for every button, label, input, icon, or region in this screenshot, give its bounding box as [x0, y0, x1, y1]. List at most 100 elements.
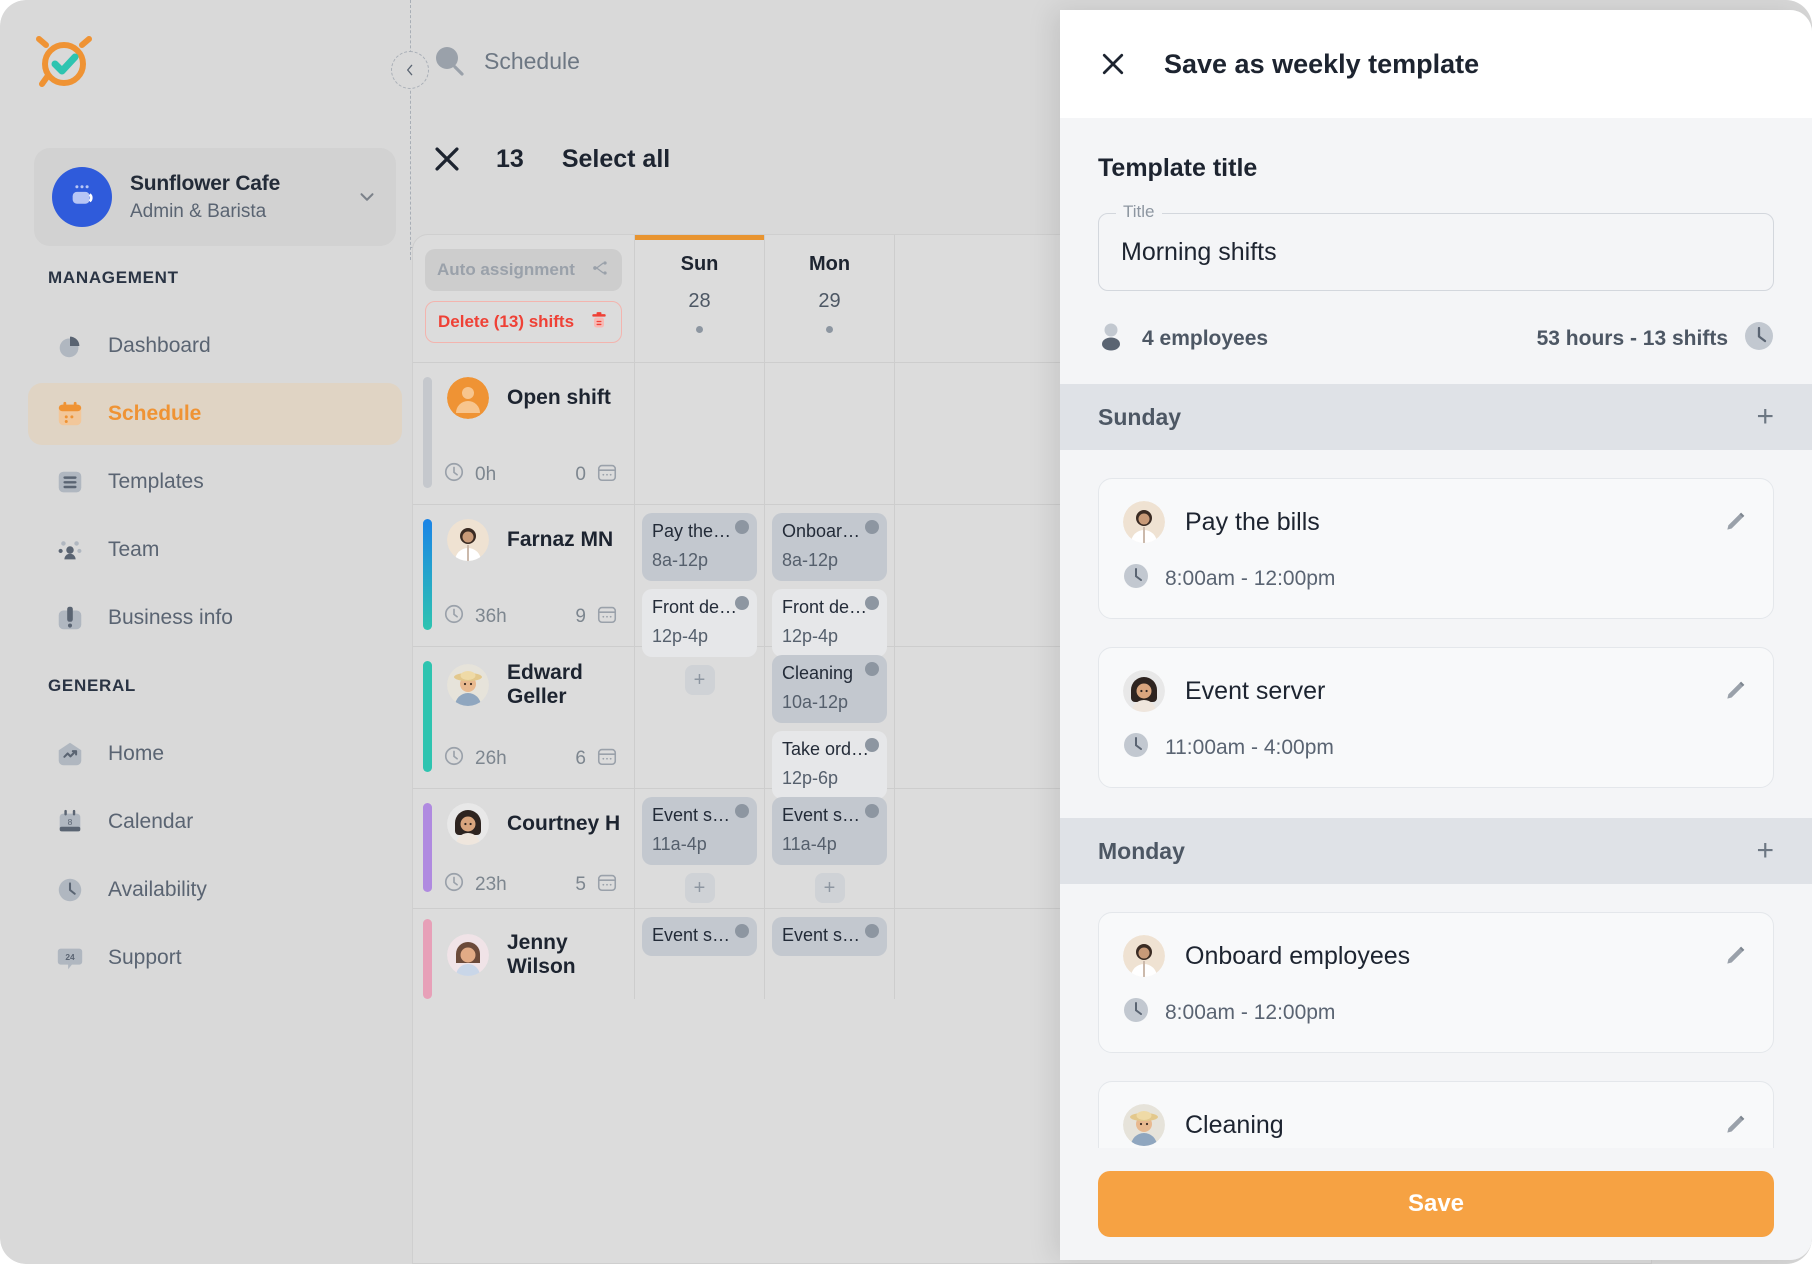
shift-status-dot	[865, 596, 879, 610]
list-item[interactable]: Onboard employees 8:00am - 12:00pm	[1098, 912, 1774, 1053]
sidebar-item-schedule[interactable]: Schedule	[28, 383, 402, 445]
selection-toolbar: 13 Select all	[430, 142, 670, 176]
shift-title: Event server	[1185, 677, 1723, 706]
employee-color-bar	[423, 377, 432, 488]
save-button[interactable]: Save	[1098, 1171, 1774, 1237]
shift-title: Onboar…	[782, 521, 870, 542]
schedule-cell[interactable]: Event s… 11a-4p +	[635, 789, 765, 908]
sidebar-item-business-info[interactable]: Business info	[28, 587, 402, 649]
employee-name: Open shift	[507, 386, 611, 410]
pencil-icon[interactable]	[1723, 943, 1749, 969]
list-item[interactable]: Event server 11:00am - 4:00pm	[1098, 647, 1774, 788]
schedule-cell[interactable]: Cleaning 10a-12p Take ord… 12p-6p +	[765, 647, 895, 788]
schedule-cell[interactable]	[765, 363, 895, 504]
list-icon	[54, 466, 86, 498]
add-shift-sunday-button[interactable]: +	[1756, 402, 1774, 432]
shift-chip[interactable]: Event s… 11a-4p	[642, 797, 757, 865]
sidebar-item-calendar[interactable]: 8 Calendar	[28, 791, 402, 853]
open-shift-icon	[447, 377, 489, 419]
org-switcher[interactable]: Sunflower Cafe Admin & Barista	[34, 148, 396, 246]
day-section-label: Sunday	[1098, 404, 1756, 431]
employee-cell: Open shift 0h 0	[413, 363, 635, 504]
auto-assignment-label: Auto assignment	[437, 260, 590, 280]
shift-chip[interactable]: Onboar… 8a-12p	[772, 513, 887, 581]
template-title-field-wrap: Title	[1098, 213, 1774, 291]
select-all-button[interactable]: Select all	[562, 145, 670, 174]
sidebar-item-label: Business info	[108, 606, 233, 630]
employee-cell: Edward Geller 26h 6	[413, 647, 635, 788]
pencil-icon[interactable]	[1723, 678, 1749, 704]
avatar	[447, 519, 489, 561]
sidebar-item-availability[interactable]: Availability	[28, 859, 402, 921]
shift-title: Event s…	[782, 925, 870, 946]
add-shift-button[interactable]: +	[685, 873, 715, 903]
avatar	[447, 664, 489, 706]
list-item[interactable]: Pay the bills 8:00am - 12:00pm	[1098, 478, 1774, 619]
shift-title: Pay the bills	[1185, 508, 1723, 537]
collapse-sidebar-button[interactable]	[391, 51, 429, 89]
delete-shifts-button[interactable]: Delete (13) shifts	[425, 301, 622, 343]
schedule-cell[interactable]: Event s… 11a-4p +	[765, 789, 895, 908]
employee-cell: Jenny Wilson	[413, 909, 635, 999]
shift-time: 8a-12p	[782, 550, 877, 571]
search-bar[interactable]: Schedule	[430, 42, 580, 80]
employee-name: Edward Geller	[507, 661, 634, 709]
shift-time: 11a-4p	[652, 834, 747, 855]
sidebar-item-support[interactable]: 24 Support	[28, 927, 402, 989]
sidebar: Sunflower Cafe Admin & Barista MANAGEMEN…	[0, 0, 430, 1264]
support-24-icon: 24	[54, 942, 86, 974]
shift-time: 12p-6p	[782, 768, 877, 789]
sidebar-item-dashboard[interactable]: Dashboard	[28, 315, 402, 377]
sidebar-item-label: Calendar	[108, 810, 193, 834]
svg-text:8: 8	[68, 817, 73, 827]
sidebar-item-team[interactable]: Team	[28, 519, 402, 581]
sidebar-item-label: Team	[108, 538, 159, 562]
close-icon[interactable]	[1098, 49, 1128, 79]
save-template-modal: Save as weekly template Template title T…	[1060, 10, 1812, 1260]
calendar-icon	[596, 745, 618, 772]
chevron-down-icon[interactable]	[356, 186, 378, 208]
shift-chip[interactable]: Event s…	[642, 917, 757, 956]
coffee-cup-icon	[52, 167, 112, 227]
pencil-icon[interactable]	[1723, 1112, 1749, 1138]
shift-title: Pay the…	[652, 521, 740, 542]
schedule-cell[interactable]: Event s…	[765, 909, 895, 999]
sidebar-item-label: Templates	[108, 470, 204, 494]
selected-count: 13	[496, 145, 524, 174]
employee-hours: 36h	[475, 606, 575, 628]
search-placeholder: Schedule	[484, 48, 580, 75]
template-title-field[interactable]	[1098, 213, 1774, 291]
shift-time: 11a-4p	[782, 834, 877, 855]
add-shift-button[interactable]: +	[815, 873, 845, 903]
calendar-icon	[596, 871, 618, 898]
clock-icon	[1123, 997, 1149, 1028]
schedule-cell[interactable]: Event s…	[635, 909, 765, 999]
close-icon[interactable]	[430, 142, 464, 176]
schedule-cell[interactable]	[635, 647, 765, 788]
shift-chip[interactable]: Pay the… 8a-12p	[642, 513, 757, 581]
app-logo-icon	[34, 32, 94, 92]
trend-home-icon	[54, 738, 86, 770]
clock-icon	[443, 603, 465, 630]
shift-title: Front de…	[782, 597, 870, 618]
sidebar-item-templates[interactable]: Templates	[28, 451, 402, 513]
day-column-mon: Mon 29	[765, 235, 895, 362]
shift-chip[interactable]: Cleaning 10a-12p	[772, 655, 887, 723]
shift-title: Onboard employees	[1185, 942, 1723, 971]
schedule-cell[interactable]	[635, 363, 765, 504]
shift-time: 12p-4p	[652, 626, 747, 647]
auto-assignment-button[interactable]: Auto assignment	[425, 249, 622, 291]
schedule-cell[interactable]: Onboar… 8a-12p Front de… 12p-4p +	[765, 505, 895, 646]
modal-title: Save as weekly template	[1164, 49, 1479, 80]
avatar	[1123, 670, 1165, 712]
shift-chip[interactable]: Event s…	[772, 917, 887, 956]
sidebar-item-home[interactable]: Home	[28, 723, 402, 785]
shift-chip[interactable]: Event s… 11a-4p	[772, 797, 887, 865]
calendar-8-icon: 8	[54, 806, 86, 838]
schedule-cell[interactable]: Pay the… 8a-12p Front de… 12p-4p +	[635, 505, 765, 646]
employee-shift-count: 0	[575, 464, 586, 486]
template-title-input[interactable]	[1121, 238, 1751, 267]
delete-shifts-label: Delete (13) shifts	[438, 312, 589, 332]
pencil-icon[interactable]	[1723, 509, 1749, 535]
add-shift-monday-button[interactable]: +	[1756, 836, 1774, 866]
